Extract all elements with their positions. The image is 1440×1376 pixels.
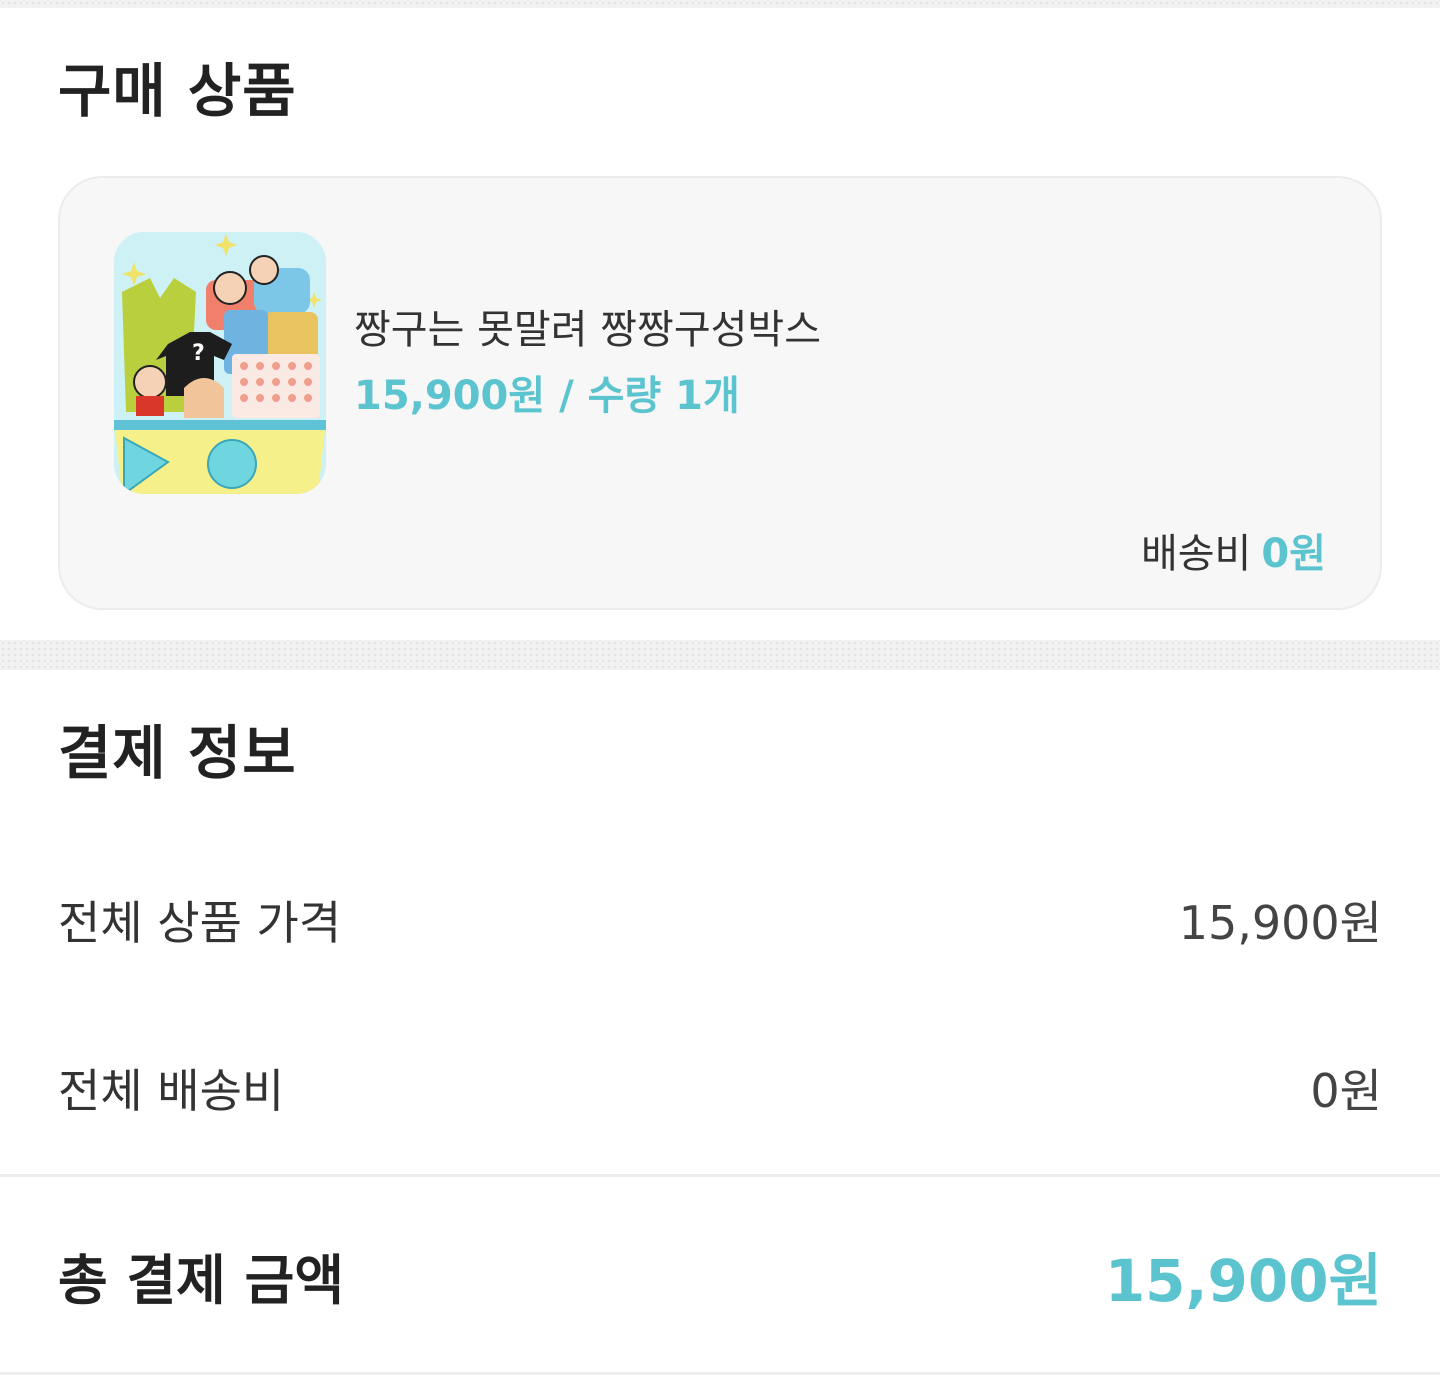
purchase-section-title: 구매 상품 xyxy=(58,57,297,125)
shipping-total-value: 0원 xyxy=(1310,1064,1382,1118)
payment-section-title: 결제 정보 xyxy=(58,719,297,787)
total-payment-value: 15,900원 xyxy=(1104,1247,1382,1315)
shipping-total-row: 전체 배송비 0원 xyxy=(58,1068,1382,1114)
section-divider-band xyxy=(0,640,1440,670)
shipping-total-label: 전체 배송비 xyxy=(58,1064,285,1118)
product-name[interactable]: 짱구는 못말려 짱짱구성박스 xyxy=(354,310,821,350)
shipping-fee-value: 0원 xyxy=(1261,531,1326,577)
top-divider-band xyxy=(0,0,1440,8)
product-box-illustration-icon[interactable]: ? xyxy=(114,232,326,494)
product-card[interactable]: ? 짱구는 못말려 짱짱구성박스 15,900원 / 수량 1개 배송비 0원 xyxy=(58,176,1382,610)
subtotal-row: 전체 상품 가격 15,900원 xyxy=(58,900,1382,946)
total-divider xyxy=(0,1174,1440,1177)
total-payment-label: 총 결제 금액 xyxy=(58,1249,344,1312)
svg-text:?: ? xyxy=(192,341,205,366)
subtotal-value: 15,900원 xyxy=(1178,896,1382,950)
total-payment-row: 총 결제 금액 15,900원 xyxy=(58,1252,1382,1310)
shipping-fee-label: 배송비 xyxy=(1140,531,1252,577)
product-price-quantity: 15,900원 / 수량 1개 xyxy=(354,373,740,419)
product-shipping-fee: 배송비 0원 xyxy=(1141,534,1326,574)
bottom-divider xyxy=(0,1372,1440,1375)
subtotal-label: 전체 상품 가격 xyxy=(58,896,342,950)
